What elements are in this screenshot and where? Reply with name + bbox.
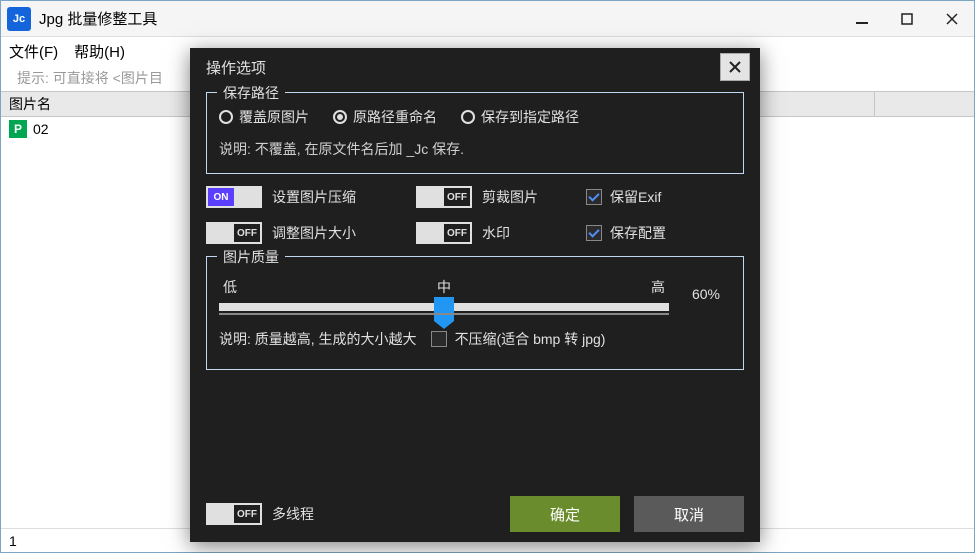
toggle-crop-label: 剪裁图片: [482, 187, 538, 207]
dialog-title: 操作选项: [206, 57, 720, 78]
radio-icon: [333, 110, 347, 124]
toggle-off-label: OFF: [234, 224, 260, 242]
checkbox-icon: [586, 225, 602, 241]
quality-group: 图片质量 低 中 高 60% 说明: 质量越高, 生成的大小越大: [206, 256, 744, 370]
quality-slider[interactable]: [219, 303, 669, 311]
checkbox-icon: [431, 331, 447, 347]
toggle-multithread-label: 多线程: [272, 504, 314, 524]
dialog-close-button[interactable]: [720, 53, 750, 81]
radio-target[interactable]: 保存到指定路径: [461, 107, 579, 127]
ok-button[interactable]: 确定: [510, 496, 620, 532]
toggle-multithread[interactable]: OFF: [206, 503, 262, 525]
radio-overwrite-label: 覆盖原图片: [239, 107, 309, 127]
menu-help[interactable]: 帮助(H): [74, 41, 125, 62]
dialog-footer: OFF 多线程 确定 取消: [206, 496, 744, 532]
file-name: 02: [33, 121, 49, 137]
toggle-compress-label: 设置图片压缩: [272, 187, 356, 207]
toggle-watermark-label: 水印: [482, 223, 510, 243]
checkbox-icon: [586, 189, 602, 205]
toggle-resize-label: 调整图片大小: [272, 223, 356, 243]
toggle-off-label: OFF: [444, 224, 470, 242]
quality-value: 60%: [681, 286, 731, 302]
minimize-button[interactable]: [839, 1, 884, 36]
toggles-grid: ON 设置图片压缩 OFF 剪裁图片 保留Exif OFF 调整图片大小: [206, 186, 744, 244]
maximize-button[interactable]: [884, 1, 929, 36]
check-no-compress[interactable]: 不压缩(适合 bmp 转 jpg): [431, 329, 606, 349]
toggle-compress[interactable]: ON: [206, 186, 262, 208]
close-icon: [729, 61, 741, 73]
toggle-resize[interactable]: OFF: [206, 222, 262, 244]
slider-thumb[interactable]: [434, 297, 454, 321]
toggle-off-label: OFF: [444, 188, 470, 206]
check-save-config[interactable]: 保存配置: [586, 222, 744, 244]
app-icon: Jc: [7, 7, 31, 31]
radio-icon: [219, 110, 233, 124]
check-keep-exif-label: 保留Exif: [610, 187, 661, 207]
dialog-body: 保存路径 覆盖原图片 原路径重命名 保存到指定路径 说明: 不覆盖, 在原文件名…: [190, 86, 760, 394]
minimize-icon: [856, 13, 868, 25]
toggle-crop[interactable]: OFF: [416, 186, 472, 208]
file-badge-icon: P: [9, 120, 27, 138]
check-no-compress-label: 不压缩(适合 bmp 转 jpg): [455, 329, 606, 349]
save-path-legend: 保存路径: [217, 83, 285, 103]
radio-overwrite[interactable]: 覆盖原图片: [219, 107, 309, 127]
dialog-header: 操作选项: [190, 48, 760, 86]
close-icon: [946, 13, 958, 25]
cancel-button[interactable]: 取消: [634, 496, 744, 532]
save-path-desc: 说明: 不覆盖, 在原文件名后加 _Jc 保存.: [219, 139, 731, 159]
column-spacer: [874, 92, 974, 116]
window-title: Jpg 批量修整工具: [39, 8, 839, 29]
options-dialog: 操作选项 保存路径 覆盖原图片 原路径重命名 保存到指定路径: [190, 48, 760, 542]
quality-legend: 图片质量: [217, 247, 285, 267]
maximize-icon: [901, 13, 913, 25]
quality-desc-text: 说明: 质量越高, 生成的大小越大: [219, 329, 417, 349]
titlebar: Jc Jpg 批量修整工具: [1, 1, 974, 37]
toggle-watermark[interactable]: OFF: [416, 222, 472, 244]
toggle-on-label: ON: [208, 188, 234, 206]
quality-mid-label: 中: [437, 277, 451, 297]
close-button[interactable]: [929, 1, 974, 36]
radio-rename[interactable]: 原路径重命名: [333, 107, 437, 127]
quality-high-label: 高: [651, 277, 665, 297]
radio-icon: [461, 110, 475, 124]
radio-rename-label: 原路径重命名: [353, 107, 437, 127]
check-save-config-label: 保存配置: [610, 223, 666, 243]
menu-file[interactable]: 文件(F): [9, 41, 58, 62]
quality-low-label: 低: [223, 277, 237, 297]
toggle-off-label: OFF: [234, 505, 260, 523]
status-count: 1: [9, 533, 17, 549]
check-keep-exif[interactable]: 保留Exif: [586, 186, 744, 208]
save-path-group: 保存路径 覆盖原图片 原路径重命名 保存到指定路径 说明: 不覆盖, 在原文件名…: [206, 92, 744, 174]
radio-target-label: 保存到指定路径: [481, 107, 579, 127]
